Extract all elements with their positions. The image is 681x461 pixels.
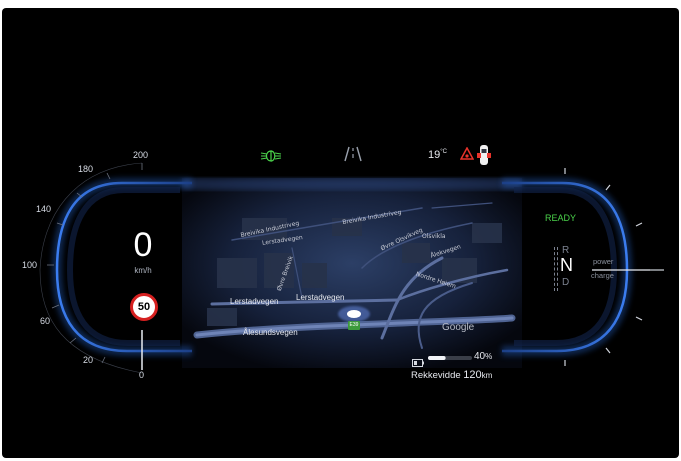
ready-status: READY	[545, 213, 577, 223]
street-label-lerstadvegen-1: Lerstadvegen	[230, 297, 279, 306]
left-gauge-ring	[51, 178, 192, 356]
range-readout: Rekkevidde 120km	[411, 369, 492, 381]
gear-n-active: N	[560, 255, 573, 275]
map-label-4: Olsvikla	[422, 233, 446, 240]
position-marker	[347, 310, 361, 318]
street-label-alesundsvegen: Ålesundsvegen	[243, 328, 298, 337]
gear-selector: R N D	[554, 245, 584, 295]
temp-value: 19	[428, 149, 441, 161]
lane-assist-icon	[344, 146, 362, 167]
battery-percent-unit: %	[485, 352, 493, 361]
car-door-open-icon	[477, 144, 491, 171]
power-label: power	[593, 257, 614, 266]
temp-unit: °C	[440, 149, 447, 155]
street-label-lerstadvegen-2: Lerstadvegen	[296, 293, 345, 302]
range-unit: km	[481, 371, 493, 380]
speed-limit-sign: 50	[130, 293, 158, 321]
speed-tick-200: 200	[133, 150, 149, 160]
gear-d: D	[562, 277, 570, 288]
speed-tick-60: 60	[40, 316, 51, 326]
range-value: 120	[463, 369, 482, 381]
low-beam-headlight-icon	[260, 149, 282, 167]
speed-tick-140: 140	[36, 204, 52, 214]
gear-indicator-bar	[554, 247, 558, 291]
warning-triangle-icon	[459, 146, 475, 166]
outside-temperature: 19°C	[428, 149, 447, 161]
speed-tick-0: 0	[139, 370, 145, 380]
battery-percent: 40%	[474, 351, 492, 362]
speed-tick-100: 100	[22, 260, 38, 270]
battery-level-bar	[428, 356, 472, 360]
speed-limit-value: 50	[137, 301, 151, 313]
speed-tick-180: 180	[78, 164, 94, 174]
speed-value: 0	[133, 226, 153, 264]
battery-percent-value: 40	[474, 351, 486, 362]
cluster-graphics	[39, 162, 664, 374]
instrument-cluster-frame: 200 180 140 100 60 20 0 0 km/h 50 19°C R…	[2, 8, 679, 458]
speed-unit: km/h	[134, 266, 152, 275]
route-shield: E39	[348, 321, 360, 330]
range-label: Rekkevidde	[411, 370, 461, 381]
map-attribution: Google	[442, 322, 475, 333]
charge-label: charge	[591, 271, 614, 280]
speed-tick-20: 20	[83, 355, 94, 365]
